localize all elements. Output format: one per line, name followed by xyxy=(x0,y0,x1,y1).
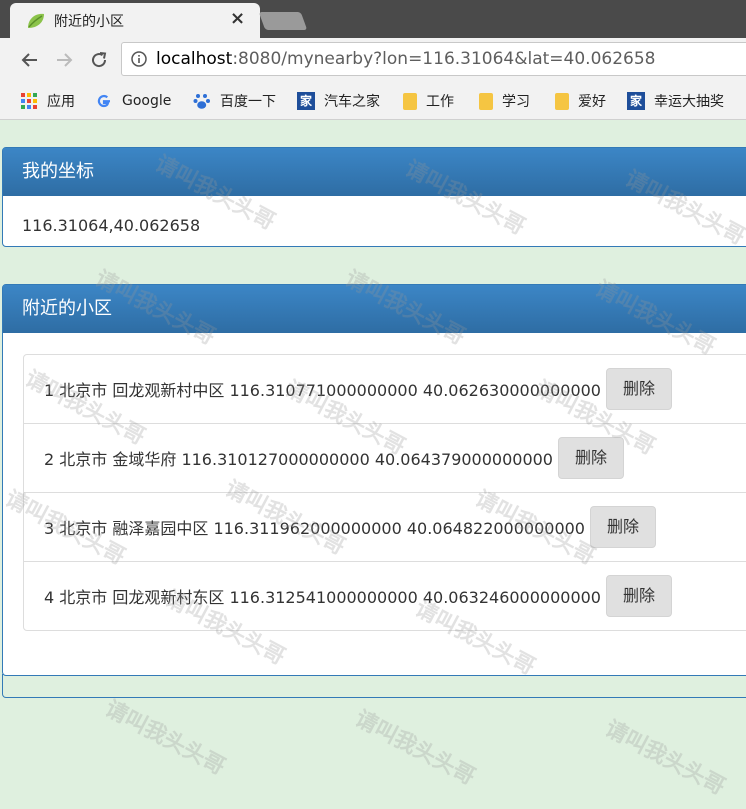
bookmark-label: 工作 xyxy=(426,94,454,110)
delete-button[interactable]: 删除 xyxy=(606,368,673,410)
url-host: localhost xyxy=(156,49,233,69)
watermark-text: 请叫我头头哥 xyxy=(600,716,729,801)
nearby-heading: 附近的小区 xyxy=(3,285,746,333)
bookmark-lucky-draw[interactable]: 家 幸运大抽奖 xyxy=(627,91,724,111)
community-info: 1 北京市 回龙观新村中区 116.310771000000000 40.062… xyxy=(44,381,601,400)
browser-tab[interactable]: 附近的小区 × xyxy=(10,3,260,38)
community-info: 2 北京市 金域华府 116.310127000000000 40.064379… xyxy=(44,450,553,469)
info-icon[interactable] xyxy=(131,51,147,67)
bookmark-label: 百度一下 xyxy=(220,94,276,110)
outer-panel-edge xyxy=(2,674,746,698)
spring-leaf-icon xyxy=(28,13,44,28)
my-location-coordinates: 116.31064,40.062658 xyxy=(22,216,201,235)
url-path: :8080/mynearby?lon=116.31064&lat=40.0626… xyxy=(232,49,656,69)
back-arrow-icon xyxy=(21,53,37,67)
bookmark-folder-study[interactable]: 学习 xyxy=(479,91,530,111)
bookmark-label: 幸运大抽奖 xyxy=(654,94,724,110)
community-info: 3 北京市 融泽嘉园中区 116.311962000000000 40.0648… xyxy=(44,519,585,538)
community-info: 4 北京市 回龙观新村东区 116.312541000000000 40.063… xyxy=(44,588,601,607)
browser-toolbar: localhost:8080/mynearby?lon=116.31064&la… xyxy=(0,38,746,82)
list-item: 1 北京市 回龙观新村中区 116.310771000000000 40.062… xyxy=(24,355,746,424)
delete-button[interactable]: 删除 xyxy=(606,575,673,617)
my-location-heading: 我的坐标 xyxy=(3,148,746,196)
browser-tab-bar: 附近的小区 × xyxy=(0,0,746,38)
forward-button[interactable] xyxy=(51,47,77,73)
reload-icon xyxy=(92,52,107,68)
new-tab-button[interactable] xyxy=(258,12,308,30)
apps-grid-icon xyxy=(21,93,37,109)
nearby-panel: 附近的小区 1 北京市 回龙观新村中区 116.310771000000000 … xyxy=(2,284,746,676)
watermark-text: 请叫我头头哥 xyxy=(100,696,229,781)
bookmark-autohome[interactable]: 家 汽车之家 xyxy=(297,91,380,111)
tab-title: 附近的小区 xyxy=(54,14,124,30)
watermark-text: 请叫我头头哥 xyxy=(350,706,479,791)
folder-icon xyxy=(479,92,493,110)
bookmark-apps[interactable]: 应用 xyxy=(20,91,75,111)
bookmark-google[interactable]: Google xyxy=(95,91,171,111)
bookmark-baidu[interactable]: 百度一下 xyxy=(193,91,276,111)
bookmark-folder-work[interactable]: 工作 xyxy=(403,91,454,111)
folder-icon xyxy=(555,92,569,110)
google-icon xyxy=(97,94,110,108)
forward-arrow-icon xyxy=(57,53,73,67)
bookmark-label: 学习 xyxy=(502,94,530,110)
url-text: localhost:8080/mynearby?lon=116.31064&la… xyxy=(156,49,655,69)
bookmark-label: 爱好 xyxy=(578,94,606,110)
folder-icon xyxy=(403,92,417,110)
bookmark-folder-hobby[interactable]: 爱好 xyxy=(555,91,606,111)
list-item: 3 北京市 融泽嘉园中区 116.311962000000000 40.0648… xyxy=(24,493,746,562)
delete-button[interactable]: 删除 xyxy=(590,506,657,548)
address-bar[interactable]: localhost:8080/mynearby?lon=116.31064&la… xyxy=(121,42,746,76)
bookmark-label: Google xyxy=(122,93,172,109)
nearby-list: 1 北京市 回龙观新村中区 116.310771000000000 40.062… xyxy=(23,354,746,631)
reload-button[interactable] xyxy=(86,47,112,73)
back-button[interactable] xyxy=(17,47,43,73)
autohome-icon: 家 xyxy=(627,92,645,110)
delete-button[interactable]: 删除 xyxy=(558,437,625,479)
bookmark-label: 汽车之家 xyxy=(324,94,380,110)
my-location-panel: 我的坐标 116.31064,40.062658 xyxy=(2,147,746,247)
autohome-icon: 家 xyxy=(297,92,315,110)
bookmarks-bar: 应用 Google 百度一下 家 汽车之家 工作 学习 爱好 家 幸运大抽奖 xyxy=(0,82,746,120)
tab-close-icon[interactable]: × xyxy=(230,8,245,29)
bookmark-label: 应用 xyxy=(47,94,75,110)
list-item: 4 北京市 回龙观新村东区 116.312541000000000 40.063… xyxy=(24,562,746,630)
baidu-paw-icon xyxy=(193,94,210,109)
list-item: 2 北京市 金域华府 116.310127000000000 40.064379… xyxy=(24,424,746,493)
